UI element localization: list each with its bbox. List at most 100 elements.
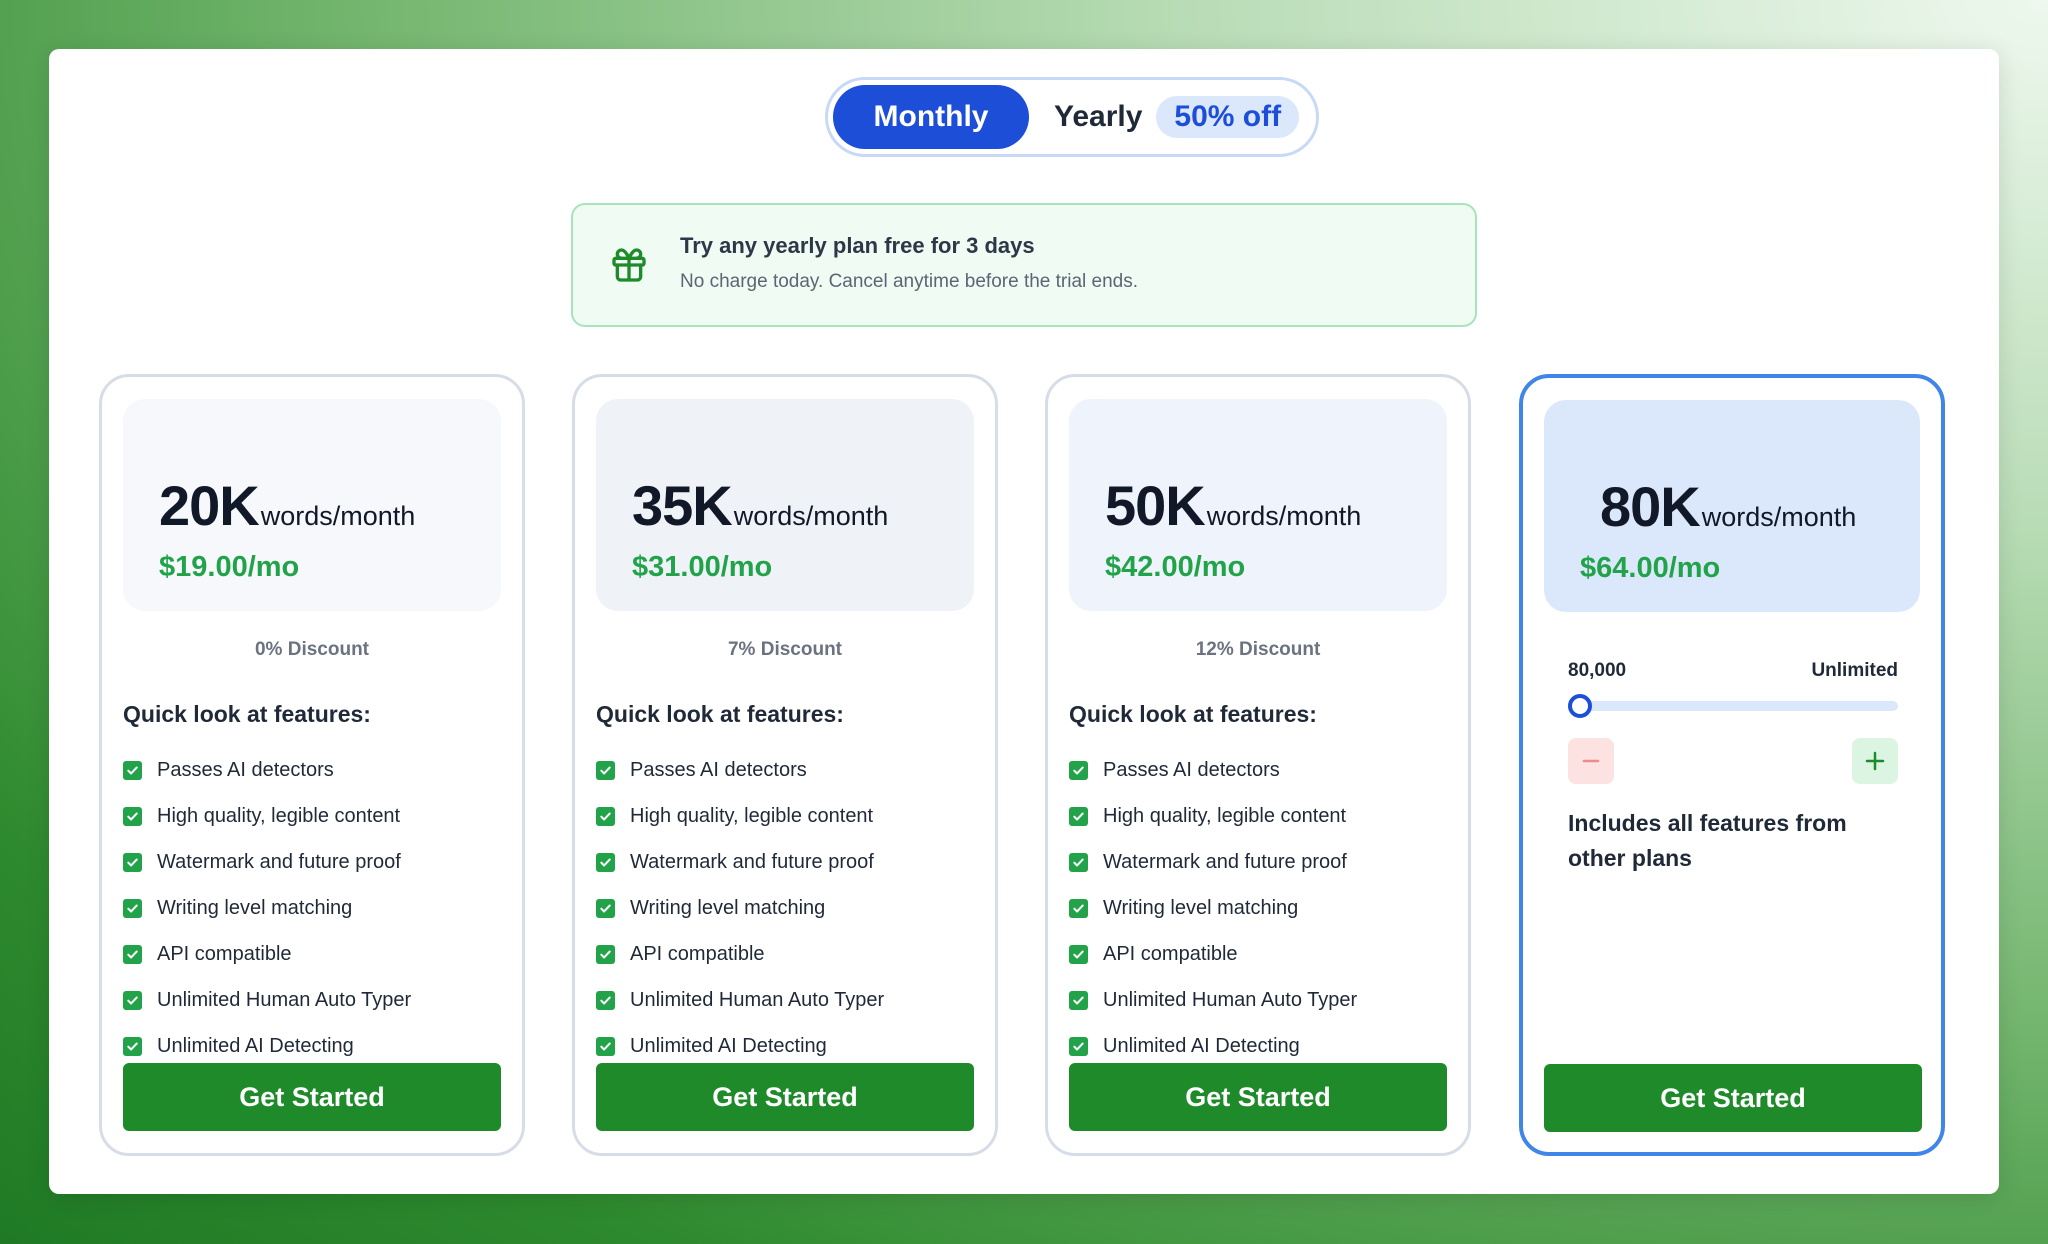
checkbox-check-icon (596, 898, 615, 918)
feature-item: Unlimited Human Auto Typer (1069, 977, 1357, 1023)
checkbox-check-icon (1069, 944, 1088, 964)
includes-text: Includes all features from other plans (1568, 810, 1847, 871)
checkbox-check-icon (1069, 898, 1088, 918)
checkbox-check-icon (123, 990, 142, 1010)
checkbox-check-icon (596, 806, 615, 826)
feature-label: Unlimited Human Auto Typer (630, 988, 885, 1011)
feature-item: API compatible (123, 931, 411, 977)
plan-amount: 50K (1105, 474, 1206, 537)
features-title: Quick look at features: (596, 701, 844, 727)
feature-list: Passes AI detectors High quality, legible… (596, 747, 884, 1069)
feature-list: Passes AI detectors High quality, legible… (1069, 747, 1357, 1069)
feature-label: API compatible (630, 942, 765, 965)
feature-item: Passes AI detectors (123, 747, 411, 793)
feature-label: Watermark and future proof (630, 850, 874, 873)
checkbox-check-icon (1069, 760, 1088, 780)
feature-item: Watermark and future proof (1069, 839, 1357, 885)
feature-item: Unlimited Human Auto Typer (123, 977, 411, 1023)
feature-item: Writing level matching (123, 885, 411, 931)
yearly-label: Yearly (1054, 100, 1143, 133)
feature-item: Watermark and future proof (123, 839, 411, 885)
feature-label: API compatible (1103, 942, 1238, 965)
checkbox-check-icon (123, 806, 142, 826)
plan-card-35k: 35K words/month $31.00/mo 7% Discount Quick … (572, 374, 998, 1156)
feature-label: Passes AI detectors (1103, 758, 1280, 781)
get-started-button[interactable]: Get Started (596, 1063, 974, 1131)
plan-price: $31.00/mo (632, 551, 773, 583)
increase-button[interactable] (1852, 738, 1898, 784)
plan-discount: 12% Discount (1195, 639, 1321, 660)
feature-label: High quality, legible content (1103, 804, 1347, 827)
plan-header: 50K words/month $42.00/mo (1069, 399, 1447, 611)
words-slider[interactable] (1568, 694, 1898, 718)
get-started-button[interactable]: Get Started (1544, 1064, 1922, 1132)
feature-label: Writing level matching (630, 896, 826, 919)
feature-label: High quality, legible content (157, 804, 401, 827)
checkbox-check-icon (596, 990, 615, 1010)
checkbox-check-icon (123, 944, 142, 964)
decrease-button[interactable] (1568, 738, 1614, 784)
checkbox-check-icon (1069, 852, 1088, 872)
checkbox-check-icon (596, 760, 615, 780)
trial-banner: Try any yearly plan free for 3 days No c… (571, 203, 1477, 327)
plan-amount: 35K (632, 474, 733, 537)
slider-thumb[interactable] (1568, 694, 1592, 718)
checkbox-check-icon (596, 944, 615, 964)
feature-label: Watermark and future proof (157, 850, 401, 873)
plan-discount: 7% Discount (727, 639, 843, 660)
feature-list: Passes AI detectors High quality, legible… (123, 747, 411, 1069)
feature-label: Writing level matching (1103, 896, 1299, 919)
feature-item: Watermark and future proof (596, 839, 884, 885)
plan-card-custom[interactable]: 80K words/month $64.00/mo 80,000 Unlimit… (1519, 374, 1945, 1156)
plan-unit: words/month (733, 501, 889, 531)
trial-title: Try any yearly plan free for 3 days (680, 233, 1035, 258)
features-title: Quick look at features: (1069, 701, 1317, 727)
feature-item: High quality, legible content (1069, 793, 1357, 839)
feature-item: API compatible (596, 931, 884, 977)
checkbox-check-icon (123, 898, 142, 918)
checkbox-check-icon (1069, 990, 1088, 1010)
plan-header: 20K words/month $19.00/mo (123, 399, 501, 611)
feature-label: API compatible (157, 942, 292, 965)
feature-label: Writing level matching (157, 896, 353, 919)
feature-label: Passes AI detectors (630, 758, 807, 781)
checkbox-check-icon (596, 1036, 615, 1056)
plan-header: 35K words/month $31.00/mo (596, 399, 974, 611)
yearly-toggle-button[interactable]: Yearly 50% off (1054, 85, 1300, 149)
minus-icon (1582, 759, 1600, 763)
feature-item: Passes AI detectors (1069, 747, 1357, 793)
trial-subtitle: No charge today. Cancel anytime before t… (680, 271, 1139, 292)
billing-toggle: Monthly Yearly 50% off (825, 77, 1319, 157)
plan-price: $19.00/mo (159, 551, 300, 583)
plan-header: 80K words/month $64.00/mo (1544, 400, 1920, 612)
plan-unit: words/month (1701, 502, 1857, 532)
feature-item: API compatible (1069, 931, 1357, 977)
plan-unit: words/month (260, 501, 416, 531)
feature-label: Unlimited AI Detecting (1103, 1034, 1300, 1057)
yearly-discount-badge: 50% off (1156, 96, 1300, 138)
pricing-panel: Monthly Yearly 50% off Try any yearly pl… (49, 49, 1999, 1194)
checkbox-check-icon (123, 760, 142, 780)
feature-label: Passes AI detectors (157, 758, 334, 781)
plan-price: $42.00/mo (1105, 551, 1246, 583)
feature-item: High quality, legible content (123, 793, 411, 839)
feature-item: Writing level matching (1069, 885, 1357, 931)
plan-card-50k: 50K words/month $42.00/mo 12% Discount Quick… (1045, 374, 1471, 1156)
get-started-button[interactable]: Get Started (123, 1063, 501, 1131)
features-title: Quick look at features: (123, 701, 371, 727)
plan-price: $64.00/mo (1580, 552, 1721, 584)
get-started-button[interactable]: Get Started (1069, 1063, 1447, 1131)
feature-label: Watermark and future proof (1103, 850, 1347, 873)
plan-amount: 20K (159, 474, 260, 537)
plan-discount: 0% Discount (254, 639, 370, 660)
feature-label: Unlimited Human Auto Typer (1103, 988, 1358, 1011)
feature-label: High quality, legible content (630, 804, 874, 827)
slider-max-label: Unlimited (1811, 660, 1898, 681)
checkbox-check-icon (123, 852, 142, 872)
plan-card-20k: 20K words/month $19.00/mo 0% Discount Quick … (99, 374, 525, 1156)
monthly-toggle-button[interactable]: Monthly (833, 85, 1029, 149)
feature-label: Unlimited AI Detecting (157, 1034, 354, 1057)
slider-min-label: 80,000 (1568, 660, 1627, 681)
gift-icon (612, 248, 646, 282)
feature-item: Writing level matching (596, 885, 884, 931)
